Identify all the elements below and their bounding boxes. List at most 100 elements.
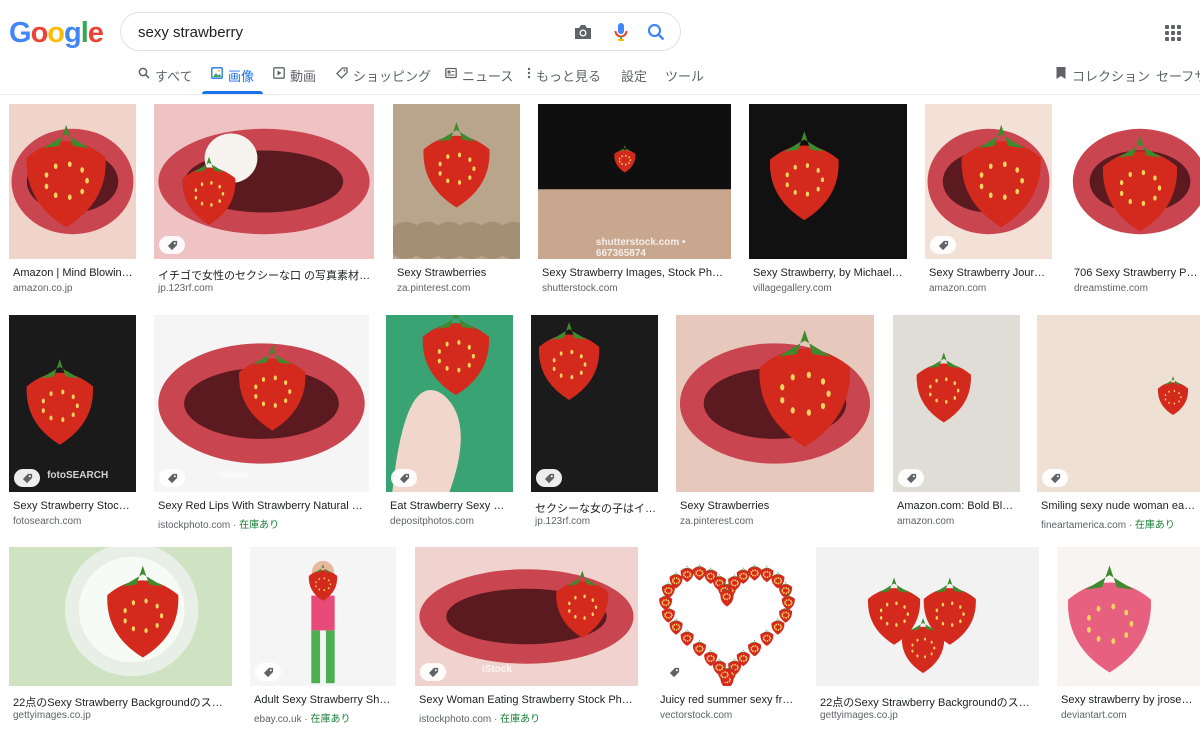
result-source: ebay.co.uk · 在庫あり bbox=[254, 714, 351, 725]
result-source: amazon.com bbox=[929, 283, 1050, 294]
result-domain: amazon.com bbox=[929, 283, 987, 294]
result-domain: amazon.com bbox=[897, 516, 955, 527]
image-result-card[interactable]: 22点のSexy Strawberry Backgroundのスト… gettyi… bbox=[9, 547, 232, 730]
image-result-card[interactable]: セクシーな女の子はイ… jp.123rf.com bbox=[531, 315, 658, 536]
result-title[interactable]: Sexy Woman Eating Strawberry Stock Phot… bbox=[419, 694, 636, 706]
result-thumbnail[interactable] bbox=[250, 547, 396, 686]
result-title[interactable]: Amazon | Mind Blowin… bbox=[13, 267, 134, 279]
result-thumbnail[interactable] bbox=[154, 104, 374, 259]
result-thumbnail[interactable] bbox=[749, 104, 907, 259]
result-source: za.pinterest.com bbox=[397, 283, 518, 294]
image-result-card[interactable]: Sexy Strawberry Journ… amazon.com bbox=[925, 104, 1052, 303]
result-domain: deviantart.com bbox=[1061, 710, 1127, 721]
result-source: amazon.com bbox=[897, 516, 1018, 527]
result-domain: amazon.co.jp bbox=[13, 283, 73, 294]
image-result-card[interactable]: Smiling sexy nude woman eating fineartame… bbox=[1037, 315, 1200, 536]
result-thumbnail[interactable]: iStock bbox=[154, 315, 369, 492]
result-title[interactable]: 22点のSexy Strawberry Backgroundのスト… bbox=[820, 694, 1037, 710]
image-result-card[interactable]: iStock Sexy Woman Eating Strawberry Stock… bbox=[415, 547, 638, 730]
result-title[interactable]: Sexy Strawberry Journ… bbox=[929, 267, 1050, 279]
image-result-card[interactable]: Sexy Strawberries za.pinterest.com bbox=[393, 104, 520, 303]
result-title[interactable]: Smiling sexy nude woman eating bbox=[1041, 500, 1198, 512]
result-domain: depositphotos.com bbox=[390, 516, 474, 527]
watermark-text: iStock bbox=[481, 664, 512, 675]
result-thumbnail[interactable] bbox=[393, 104, 520, 259]
result-title[interactable]: 22点のSexy Strawberry Backgroundのスト… bbox=[13, 694, 230, 710]
result-domain: jp.123rf.com bbox=[535, 516, 591, 527]
result-title[interactable]: セクシーな女の子はイ… bbox=[535, 500, 656, 516]
result-thumbnail[interactable] bbox=[1070, 104, 1200, 259]
image-result-card[interactable]: iStock Sexy Red Lips With Strawberry Natu… bbox=[154, 315, 369, 536]
result-thumbnail[interactable]: iStock bbox=[415, 547, 638, 686]
result-source: istockphoto.com · 在庫あり bbox=[419, 714, 541, 725]
result-domain: gettyimages.co.jp bbox=[13, 710, 91, 721]
result-source: dreamstime.com bbox=[1074, 283, 1198, 294]
result-domain: za.pinterest.com bbox=[680, 516, 754, 527]
result-source: fotosearch.com bbox=[13, 516, 134, 527]
result-thumbnail[interactable] bbox=[9, 104, 136, 259]
result-domain: gettyimages.co.jp bbox=[820, 710, 898, 721]
result-title[interactable]: Sexy Strawberry, by Michael … bbox=[753, 267, 905, 279]
result-source: vectorstock.com bbox=[660, 710, 796, 721]
result-source: za.pinterest.com bbox=[680, 516, 872, 527]
result-thumbnail[interactable]: fotoSEARCH bbox=[9, 315, 136, 492]
result-thumbnail[interactable] bbox=[893, 315, 1020, 492]
result-title[interactable]: イチゴで女性のセクシーな口 の写真素材・… bbox=[158, 267, 372, 283]
in-stock-label: 在庫あり bbox=[310, 714, 351, 725]
product-tag-icon bbox=[420, 663, 446, 681]
product-tag-icon bbox=[159, 469, 185, 487]
image-result-card[interactable]: Sexy strawberry by jrosenbor deviantart.c… bbox=[1057, 547, 1200, 730]
result-thumbnail[interactable] bbox=[816, 547, 1039, 686]
image-result-card[interactable]: 706 Sexy Strawberry Photo dreamstime.com bbox=[1070, 104, 1200, 303]
product-tag-icon bbox=[536, 469, 562, 487]
result-title[interactable]: Eat Strawberry Sexy W… bbox=[390, 500, 511, 512]
result-source: jp.123rf.com bbox=[158, 283, 372, 294]
result-domain: ebay.co.uk bbox=[254, 714, 302, 725]
in-stock-label: 在庫あり bbox=[1134, 520, 1175, 531]
result-domain: dreamstime.com bbox=[1074, 283, 1148, 294]
result-title[interactable]: Sexy Strawberries bbox=[680, 500, 872, 512]
result-title[interactable]: Sexy Red Lips With Strawberry Natural S… bbox=[158, 500, 367, 512]
result-source: villagegallery.com bbox=[753, 283, 905, 294]
image-result-card[interactable]: 22点のSexy Strawberry Backgroundのスト… gettyi… bbox=[816, 547, 1039, 730]
result-thumbnail[interactable] bbox=[925, 104, 1052, 259]
result-domain: istockphoto.com bbox=[158, 520, 231, 531]
product-tag-icon bbox=[14, 469, 40, 487]
result-thumbnail[interactable] bbox=[656, 547, 798, 686]
result-source: jp.123rf.com bbox=[535, 516, 656, 527]
image-result-card[interactable]: fotoSEARCH Sexy Strawberry Stock … fotosea… bbox=[9, 315, 136, 536]
image-result-card[interactable]: Juicy red summer sexy fre… vectorstock.co… bbox=[656, 547, 798, 730]
result-thumbnail[interactable] bbox=[9, 547, 232, 686]
result-domain: villagegallery.com bbox=[753, 283, 832, 294]
result-title[interactable]: Sexy strawberry by jrosenbor bbox=[1061, 694, 1198, 706]
product-tag-icon bbox=[930, 236, 956, 254]
result-title[interactable]: Juicy red summer sexy fre… bbox=[660, 694, 796, 706]
result-title[interactable]: Adult Sexy Strawberry Shor… bbox=[254, 694, 394, 706]
result-title[interactable]: Amazon.com: Bold Blo… bbox=[897, 500, 1018, 512]
result-thumbnail[interactable] bbox=[676, 315, 874, 492]
image-result-card[interactable]: Adult Sexy Strawberry Shor… ebay.co.uk · … bbox=[250, 547, 396, 730]
result-thumbnail[interactable] bbox=[1037, 315, 1200, 492]
image-result-card[interactable]: Amazon.com: Bold Blo… amazon.com bbox=[893, 315, 1020, 536]
result-title[interactable]: Sexy Strawberries bbox=[397, 267, 518, 279]
result-thumbnail[interactable] bbox=[386, 315, 513, 492]
result-thumbnail[interactable]: shutterstock.com • 667365874 bbox=[538, 104, 731, 259]
result-title[interactable]: Sexy Strawberry Images, Stock Phot… bbox=[542, 267, 729, 279]
image-result-card[interactable]: Eat Strawberry Sexy W… depositphotos.com bbox=[386, 315, 513, 536]
product-tag-icon bbox=[898, 469, 924, 487]
image-result-card[interactable]: shutterstock.com • 667365874 Sexy Strawbe… bbox=[538, 104, 731, 303]
image-result-card[interactable]: イチゴで女性のセクシーな口 の写真素材・… jp.123rf.com bbox=[154, 104, 374, 303]
result-thumbnail[interactable] bbox=[1057, 547, 1200, 686]
image-result-card[interactable]: Amazon | Mind Blowin… amazon.co.jp bbox=[9, 104, 136, 303]
product-tag-icon bbox=[255, 663, 281, 681]
result-thumbnail[interactable] bbox=[531, 315, 658, 492]
image-result-card[interactable]: Sexy Strawberry, by Michael … villagegall… bbox=[749, 104, 907, 303]
result-source: shutterstock.com bbox=[542, 283, 729, 294]
result-title[interactable]: Sexy Strawberry Stock … bbox=[13, 500, 134, 512]
result-title[interactable]: 706 Sexy Strawberry Photo bbox=[1074, 267, 1198, 279]
result-domain: vectorstock.com bbox=[660, 710, 733, 721]
result-domain: fineartamerica.com bbox=[1041, 520, 1127, 531]
watermark-text: fotoSEARCH bbox=[47, 470, 109, 481]
image-result-card[interactable]: Sexy Strawberries za.pinterest.com bbox=[676, 315, 874, 536]
product-tag-icon bbox=[1042, 469, 1068, 487]
